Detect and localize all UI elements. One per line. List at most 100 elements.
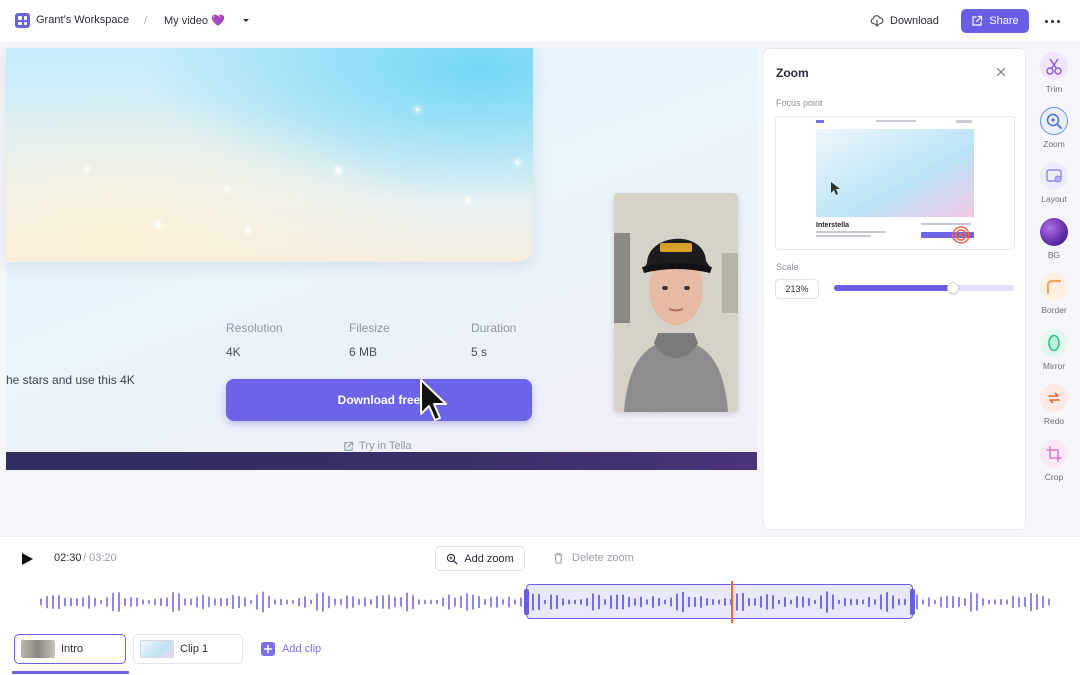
play-icon[interactable] [20, 552, 34, 566]
share-button[interactable]: Share [961, 9, 1029, 33]
try-in-tella-link[interactable]: Try in Tella [343, 440, 412, 452]
mirror-tool-button[interactable]: Mirror [1035, 329, 1073, 371]
waveform-bar [388, 594, 390, 610]
workspace-logo-icon[interactable] [15, 13, 30, 28]
waveform-bar [508, 596, 510, 608]
waveform-bar [1048, 598, 1050, 606]
waveform-bar [262, 591, 264, 613]
clip-1[interactable]: Clip 1 [133, 634, 243, 664]
waveform-bar [370, 599, 372, 605]
more-options-icon[interactable] [1041, 12, 1063, 30]
waveform-bar [202, 594, 204, 610]
workspace-name[interactable]: Grant’s Workspace [36, 14, 129, 26]
waveform-bar [76, 597, 78, 607]
waveform-bar [1000, 598, 1002, 606]
waveform-bar [1036, 593, 1038, 611]
video-title[interactable]: My video 💜 [164, 14, 225, 27]
waveform-bar [442, 597, 444, 607]
waveform-bar [94, 597, 96, 607]
waveform-bar [436, 599, 438, 605]
share-label: Share [989, 15, 1019, 27]
border-label: Border [1041, 305, 1067, 315]
waveform-bar [952, 595, 954, 609]
waveform-bar [382, 595, 384, 609]
zoom-region-block[interactable] [524, 584, 915, 619]
redo-tool-button[interactable]: Redo [1035, 384, 1073, 426]
resolution-label: Resolution [226, 321, 283, 335]
download-free-button[interactable]: Download free [226, 379, 532, 421]
layout-tool-button[interactable]: Layout [1035, 162, 1073, 204]
timeline-panel: 02:30 / 03:20 Add zoom Delete zoom Intro… [0, 536, 1080, 675]
mouse-cursor-icon [420, 379, 447, 421]
playhead[interactable] [731, 581, 733, 623]
waveform-bar [994, 599, 996, 605]
zoom-tool-button[interactable]: Zoom [1035, 107, 1073, 149]
layout-label: Layout [1041, 194, 1067, 204]
webcam-overlay[interactable] [614, 193, 738, 412]
trash-icon [554, 552, 563, 564]
download-button[interactable]: Download [870, 8, 952, 34]
external-link-icon [344, 441, 354, 451]
focus-point-preview[interactable]: Interstella [775, 116, 1015, 250]
current-time: 02:30 [54, 552, 82, 564]
stage-footer-bar [6, 452, 757, 470]
waveform-bar [958, 596, 960, 608]
waveform-bar [232, 594, 234, 610]
duration-value: 5 s [471, 345, 488, 359]
waveform-bar [352, 596, 354, 608]
waveform-bar [406, 592, 408, 612]
waveform-bar [256, 594, 258, 610]
waveform-bar [484, 598, 486, 606]
trim-tool-button[interactable]: Trim [1035, 52, 1073, 94]
scale-slider-thumb[interactable] [946, 282, 959, 294]
zoom-region-start-handle[interactable] [524, 589, 529, 615]
waveform-bar [40, 598, 42, 606]
waveform-bar [964, 597, 966, 607]
clip-thumbnail [21, 640, 55, 658]
waveform-bar [220, 597, 222, 607]
canvas-area: Resolution 4K Filesize 6 MB Duration 5 s… [0, 44, 760, 536]
close-icon[interactable] [994, 65, 1008, 79]
waveform-bar [448, 594, 450, 610]
waveform-bar [424, 599, 426, 605]
waveform-bar [400, 597, 402, 607]
waveform-bar [940, 596, 942, 608]
zoom-region-end-handle[interactable] [910, 589, 915, 615]
top-bar: Grant’s Workspace / My video 💜 Download … [0, 0, 1080, 43]
waveform-bar [340, 598, 342, 606]
crop-tool-button[interactable]: Crop [1035, 440, 1073, 482]
border-tool-button[interactable]: Border [1035, 273, 1073, 315]
chevron-down-icon[interactable] [240, 13, 252, 27]
add-clip-button[interactable]: Add clip [261, 642, 321, 656]
clip-label: Intro [61, 643, 84, 655]
scale-input[interactable]: 213% [775, 279, 819, 299]
focus-point-label: Focus point [776, 98, 823, 108]
delete-zoom-label: Delete zoom [572, 552, 634, 564]
waveform-bar [142, 599, 144, 605]
waveform-bar [454, 597, 456, 607]
waveform-bar [106, 597, 108, 607]
waveform-bar [322, 592, 324, 612]
waveform-bar [292, 599, 294, 605]
waveform-bar [478, 595, 480, 609]
delete-zoom-button[interactable]: Delete zoom [553, 552, 634, 564]
waveform-bar [274, 599, 276, 605]
border-icon [1040, 273, 1068, 301]
clip-intro[interactable]: Intro [14, 634, 126, 664]
scissors-icon [1040, 52, 1068, 80]
waveform-bar [976, 593, 978, 611]
waveform-bar [496, 596, 498, 608]
waveform-bar [376, 595, 378, 609]
zoom-panel: Zoom Focus point Interstella Scale 213% [763, 48, 1026, 530]
waveform-bar [514, 599, 516, 605]
waveform-bar [472, 594, 474, 610]
cloud-download-icon [870, 15, 884, 27]
waveform-bar [1030, 592, 1032, 612]
waveform-bar [490, 596, 492, 608]
background-tool-button[interactable]: BG [1035, 218, 1073, 260]
scale-slider[interactable] [834, 282, 1014, 294]
waveform-bar [304, 596, 306, 608]
mirror-label: Mirror [1042, 361, 1066, 371]
resolution-value: 4K [226, 345, 241, 359]
add-zoom-button[interactable]: Add zoom [435, 546, 525, 571]
